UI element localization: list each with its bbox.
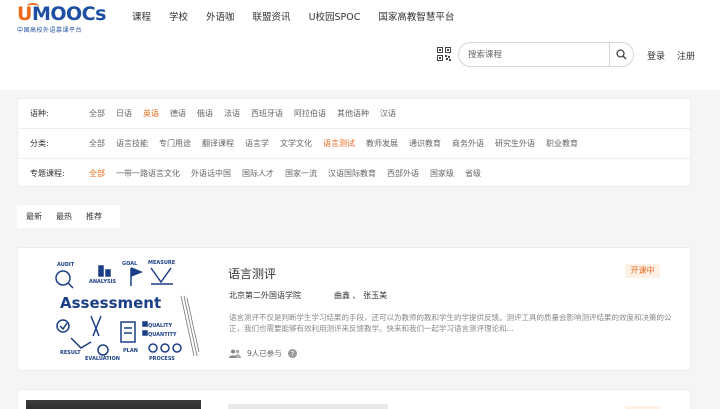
svg-text:QUALITY: QUALITY [148,323,172,329]
category-option-language-testing[interactable]: 语言测试 [323,138,355,149]
nav-item-foreign-cafe[interactable]: 外语咖 [206,9,235,23]
language-option-russian[interactable]: 俄语 [197,108,213,119]
search-button[interactable] [609,43,633,66]
category-option-language-skills[interactable]: 语言技能 [116,138,148,149]
course-card[interactable]: AUDIT ANALYSIS GOAL MEASURE Assessment Q… [17,247,691,371]
sort-tab-recommended[interactable]: 推荐 [86,211,102,222]
language-option-chinese[interactable]: 汉语 [380,108,396,119]
svg-text:RESULT: RESULT [60,350,81,356]
svg-text:GOAL: GOAL [122,261,138,267]
category-option-general-education[interactable]: 通识教育 [409,138,441,149]
language-option-other[interactable]: 其他语种 [337,108,369,119]
svg-text:PLAN: PLAN [123,348,138,354]
search-box [458,42,634,67]
search-icon [616,49,627,60]
language-option-arabic[interactable]: 阿拉伯语 [294,108,326,119]
svg-text:ANALYSIS: ANALYSIS [89,279,116,285]
svg-text:EVALUATION: EVALUATION [85,356,120,362]
svg-text:QUANTITY: QUANTITY [148,332,177,338]
nav-item-schools[interactable]: 学校 [169,9,188,23]
language-option-french[interactable]: 法语 [224,108,240,119]
main-nav: 课程 学校 外语咖 联盟资讯 U校园SPOC 国家高教智慧平台 [132,9,472,23]
svg-text:Assessment: Assessment [60,294,161,312]
language-option-spanish[interactable]: 西班牙语 [251,108,283,119]
course-thumbnail[interactable] [26,400,201,409]
topic-option-western-foreign-language[interactable]: 西部外语 [387,168,419,179]
category-option-vocational[interactable]: 职业教育 [546,138,578,149]
language-option-english[interactable]: 英语 [143,108,159,119]
topic-option-china-in-foreign-language[interactable]: 外语话中国 [191,168,231,179]
search-input[interactable] [468,48,608,62]
course-school[interactable]: 北京第二外国语学院 [229,290,301,301]
course-thumbnail[interactable]: AUDIT ANALYSIS GOAL MEASURE Assessment Q… [51,256,201,362]
svg-text:?: ? [290,350,294,358]
topic-option-belt-road[interactable]: 一带一路语言文化 [116,168,180,179]
course-card[interactable] [17,389,691,409]
language-option-all[interactable]: 全部 [89,108,105,119]
logo-wordmark: UMOOCs [17,3,106,25]
language-option-japanese[interactable]: 日语 [116,108,132,119]
topic-filter-label: 专题课程: [30,168,65,178]
users-icon [229,349,241,358]
category-option-business-language[interactable]: 商务外语 [452,138,484,149]
category-filter-row: 分类: 全部 语言技能 专门用途 翻译课程 语言学 文学文化 语言测试 教师发展… [18,128,692,157]
login-link[interactable]: 登录 [647,49,665,62]
category-option-linguistics[interactable]: 语言学 [245,138,269,149]
nav-item-uschool-spoc[interactable]: U校园SPOC [309,9,361,23]
svg-text:AUDIT: AUDIT [57,262,75,268]
language-option-german[interactable]: 德语 [170,108,186,119]
topic-option-provincial-level[interactable]: 省级 [465,168,481,179]
category-option-translation[interactable]: 翻译课程 [202,138,234,149]
site-header: UMOOCs 中国高校外语慕课平台 课程 学校 外语咖 联盟资讯 U校园SPOC… [0,0,720,90]
category-option-literature-culture[interactable]: 文学文化 [280,138,312,149]
help-icon[interactable]: ? [287,349,297,358]
topic-option-national-level[interactable]: 国家级 [430,168,454,179]
nav-item-courses[interactable]: 课程 [132,9,151,23]
category-filter-label: 分类: [30,138,49,148]
nav-item-alliance-news[interactable]: 联盟资讯 [253,9,291,23]
nav-item-national-platform[interactable]: 国家高教智慧平台 [378,9,454,23]
category-option-teacher-development[interactable]: 教师发展 [366,138,398,149]
logo-subtitle: 中国高校外语慕课平台 [17,27,83,34]
course-teachers: 曲鑫 、 张玉美 [334,291,388,300]
sort-tab-newest[interactable]: 最新 [26,211,42,222]
course-meta: 9人已参与 ? [229,348,303,359]
qr-code-icon[interactable] [437,47,451,61]
course-title[interactable]: 语言测评 [228,265,276,282]
category-option-graduate-language[interactable]: 研究生外语 [495,138,535,149]
svg-text:MEASURE: MEASURE [148,260,176,266]
course-title[interactable] [228,404,388,409]
topic-option-all[interactable]: 全部 [89,168,105,179]
filter-panel: 语种: 全部 日语 英语 德语 俄语 法语 西班牙语 阿拉伯语 其他语种 汉语 … [17,98,692,187]
language-filter-row: 语种: 全部 日语 英语 德语 俄语 法语 西班牙语 阿拉伯语 其他语种 汉语 [18,99,692,128]
topic-filter-row: 专题课程: 全部 一带一路语言文化 外语话中国 国际人才 国家一流 汉语国际教育… [18,158,692,187]
register-link[interactable]: 注册 [677,49,695,62]
umoocs-logo[interactable]: UMOOCs 中国高校外语慕课平台 [17,3,106,34]
topic-option-national-first-class[interactable]: 国家一流 [285,168,317,179]
participant-count: 9人已参与 [247,349,282,358]
sort-tab-hottest[interactable]: 最热 [56,211,72,222]
topic-option-chinese-international-ed[interactable]: 汉语国际教育 [328,168,376,179]
language-filter-label: 语种: [30,109,49,118]
svg-text:PROCESS: PROCESS [149,356,175,362]
course-description: 语言测评不仅是判断学生学习结果的手段，还可以为教师的教和学生的学提供反馈。测评工… [229,313,672,333]
topic-option-international-talent[interactable]: 国际人才 [242,168,274,179]
category-option-all[interactable]: 全部 [89,138,105,149]
category-option-specific-purpose[interactable]: 专门用途 [159,138,191,149]
status-badge: 开课中 [625,264,660,278]
sort-tabs: 最新 最热 推荐 [17,205,120,228]
